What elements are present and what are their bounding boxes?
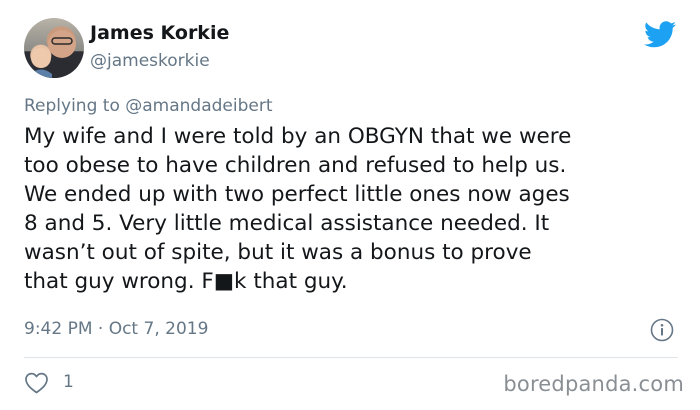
tweet-text: My wife and I were told by an OBGYN that…	[24, 124, 572, 294]
twitter-bird-icon[interactable]	[644, 21, 676, 48]
info-icon[interactable]	[650, 318, 674, 342]
author-handle[interactable]: @jameskorkie	[90, 51, 210, 71]
like-count: 1	[63, 372, 74, 392]
replying-to-label: Replying to	[24, 96, 120, 116]
reply-mention-link[interactable]: @amandadeibert	[125, 96, 272, 116]
heart-icon[interactable]	[24, 372, 49, 394]
tweet-timestamp[interactable]: 9:42 PM · Oct 7, 2019	[24, 319, 208, 339]
avatar[interactable]	[24, 18, 84, 78]
author-display-name[interactable]: James Korkie	[90, 22, 229, 44]
replying-to: Replying to @amandadeibert	[24, 96, 273, 116]
watermark: boredpanda.com	[503, 372, 684, 396]
divider	[24, 357, 678, 358]
